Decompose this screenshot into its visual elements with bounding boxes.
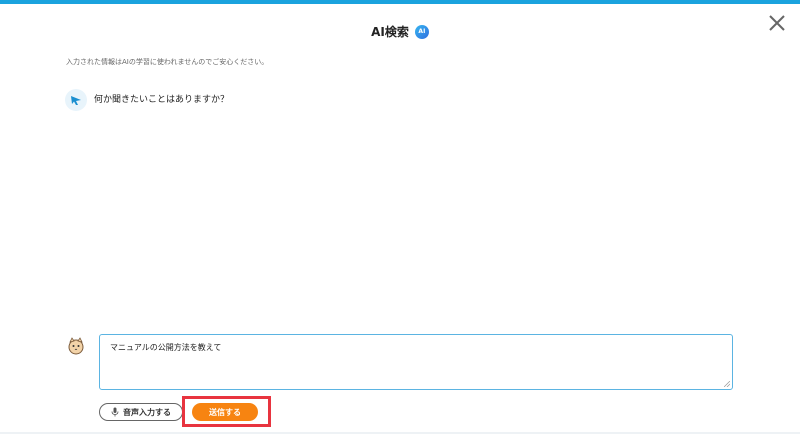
resize-grip-icon[interactable] bbox=[724, 381, 730, 387]
close-icon bbox=[769, 15, 785, 31]
ai-badge: AI bbox=[414, 24, 429, 39]
close-button[interactable] bbox=[766, 12, 788, 34]
question-input[interactable]: マニュアルの公開方法を教えて bbox=[99, 334, 733, 390]
voice-input-button[interactable]: 音声入力する bbox=[99, 403, 183, 421]
user-avatar bbox=[66, 336, 86, 356]
question-input-text: マニュアルの公開方法を教えて bbox=[110, 343, 222, 352]
top-accent-bar bbox=[0, 0, 800, 4]
voice-input-label: 音声入力する bbox=[123, 407, 171, 417]
cat-avatar-icon bbox=[68, 337, 84, 355]
bot-message: 何か聞きたいことはありますか？ bbox=[94, 95, 230, 105]
page-title-text: AI検索 bbox=[371, 25, 409, 39]
microphone-icon bbox=[111, 407, 119, 417]
dialog-header: AI検索 AI bbox=[0, 21, 800, 40]
bot-avatar bbox=[65, 89, 87, 111]
bird-icon bbox=[71, 96, 81, 105]
page-title: AI検索 AI bbox=[371, 23, 429, 40]
privacy-notice: 入力された情報はAIの学習に使われませんのでご安心ください。 bbox=[66, 58, 269, 66]
send-button-highlight bbox=[182, 396, 271, 427]
